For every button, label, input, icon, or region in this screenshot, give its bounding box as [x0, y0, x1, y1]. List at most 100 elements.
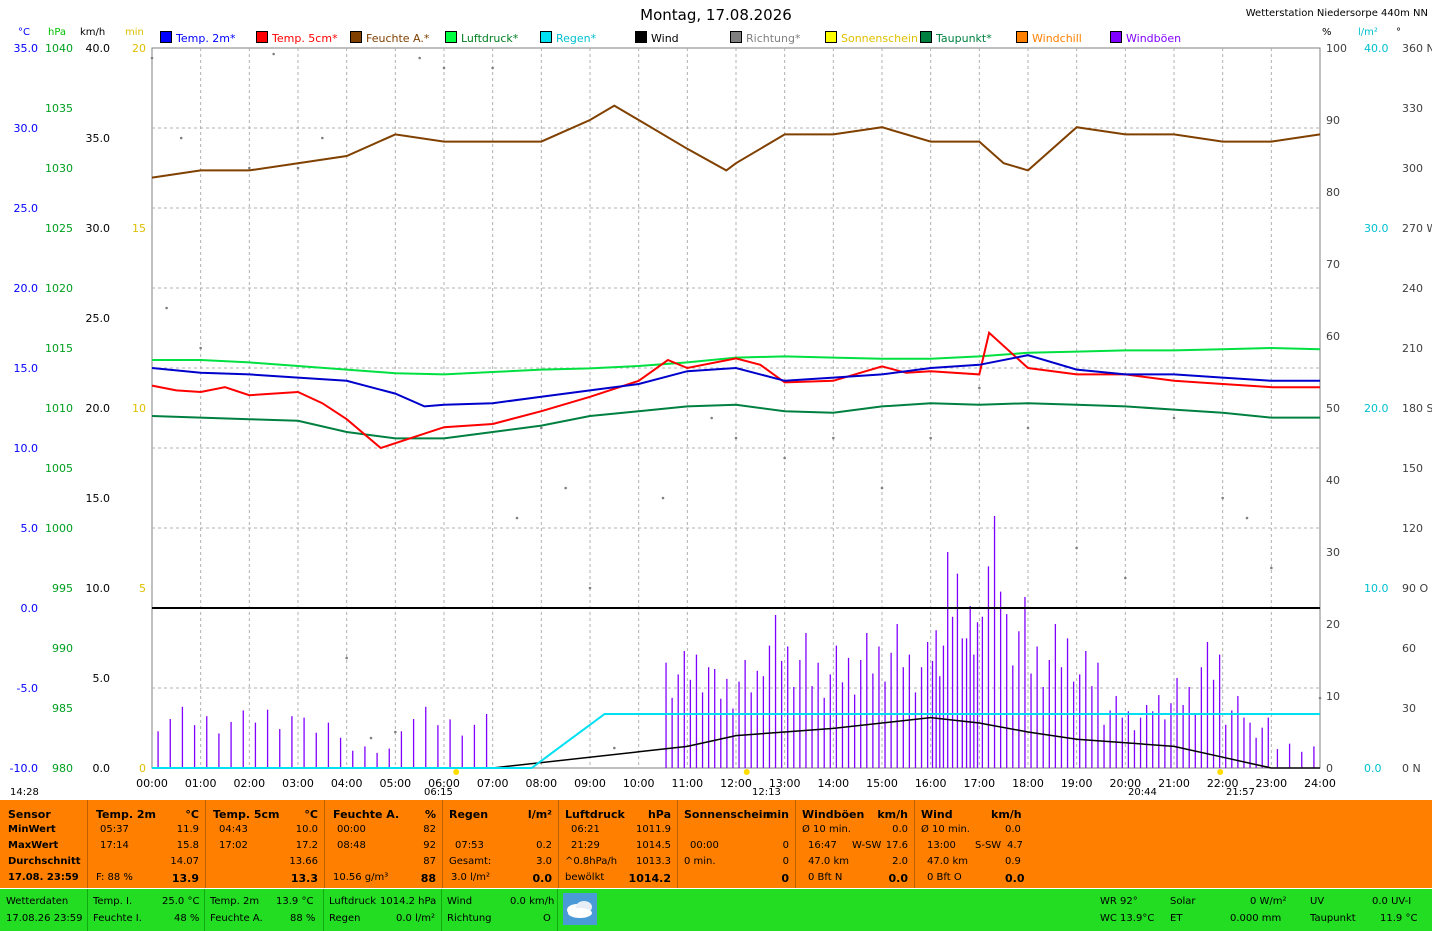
feuchte-min-time: 00:00 [337, 824, 366, 835]
direction-dot [369, 736, 373, 740]
regen-gesamt-label: Gesamt: [449, 856, 492, 867]
boeen-distance: 47.0 km [808, 856, 849, 867]
tick-percent: 30 [1326, 546, 1340, 559]
tick-time: 07:00 [477, 777, 509, 790]
tick-time: 14:00 [817, 777, 849, 790]
direction-dot [394, 730, 397, 734]
boeen-max-dir: W-SW [852, 840, 882, 851]
sonne-minutes: 0 min. [684, 856, 716, 867]
temp2m-min-time: 05:37 [100, 824, 129, 835]
tick-temp: 15.0 [14, 362, 39, 375]
temp5cm-max-time: 17:02 [219, 840, 248, 851]
regen-value: 0.0 l/m² [396, 913, 435, 924]
temp2m-feel: F: 88 % [96, 872, 133, 883]
boeen-max-value: 17.6 [885, 840, 908, 851]
direction-dot [540, 426, 543, 430]
temp5cm-min-value: 10.0 [295, 824, 318, 835]
tick-percent: 80 [1326, 186, 1340, 199]
luftdruck-unit: hPa [647, 808, 671, 821]
wind-avg-value: 0.0 [1005, 824, 1021, 835]
wind-header: Wind [921, 808, 953, 821]
sonne-header: Sonnenschein [684, 808, 771, 821]
tick-time: 05:00 [379, 777, 411, 790]
tick-percent: 20 [1326, 618, 1340, 631]
luftdruck-min-value: 1011.9 [636, 824, 671, 835]
luftdruck-state: bewölkt [565, 872, 605, 883]
sonne-minutes-value: 0 [782, 856, 789, 867]
tick-temp: 35.0 [14, 42, 39, 55]
direction-dot [734, 436, 738, 440]
boeen-unit: km/h [877, 808, 908, 821]
feuchte-unit: % [424, 808, 436, 821]
tick-temp: 25.0 [14, 202, 39, 215]
moonrise-label: 14:28 [10, 787, 39, 798]
tick-rain: 30.0 [1364, 222, 1389, 235]
sun-marker [453, 769, 460, 775]
tick-time: 24:00 [1304, 777, 1336, 790]
moonset-label: 20:44 [1128, 787, 1157, 798]
durchschnitt-label: Durchschnitt [8, 856, 81, 867]
minwert-label: MinWert [8, 824, 56, 835]
taupunkt-value: 11.9 °C [1380, 913, 1418, 924]
tick-rain: 20.0 [1364, 402, 1389, 415]
wind-max-value: 4.7 [1007, 840, 1023, 851]
col-feuchte: Feuchte A. % 00:00 82 08:48 92 87 10.56 … [324, 800, 442, 888]
wind-max-dir: S-SW [975, 840, 1002, 851]
boeen-max-time: 16:47 [808, 840, 837, 851]
solar-label: Solar [1170, 896, 1196, 907]
sunset-label: 21:57 [1226, 787, 1255, 798]
temp2m-value: 13.9 °C [276, 896, 314, 907]
tick-temp: 30.0 [14, 122, 39, 135]
tick-dir: 150 [1402, 462, 1423, 475]
tick-hpa: 1020 [45, 282, 73, 295]
tick-time: 16:00 [915, 777, 947, 790]
feuchte-aussen-value: 88 % [290, 913, 316, 924]
luftdruck-trend-value: 1013.3 [636, 856, 671, 867]
tick-dir: 270 W [1402, 222, 1432, 235]
regen-gesamt-value: 3.0 [536, 856, 552, 867]
feuchte-aussen-label: Feuchte A. [210, 913, 263, 924]
sun-marker [743, 769, 750, 775]
direction-dot [1026, 426, 1030, 430]
regen-label: Regen [329, 913, 361, 924]
temp5cm-header: Temp. 5cm [213, 808, 280, 821]
tick-temp: -5.0 [17, 682, 38, 695]
feuchte-current: 88 [420, 872, 436, 885]
luftdruck-current: 1014.2 [628, 872, 671, 885]
direction-dot [345, 656, 348, 660]
tick-percent: 50 [1326, 402, 1340, 415]
tick-hpa: 1040 [45, 42, 73, 55]
wind-unit: km/h [991, 808, 1022, 821]
tick-dir: 90 O [1402, 582, 1428, 595]
direction-dot [1124, 576, 1127, 580]
boeen-avg-value: 0.0 [892, 824, 908, 835]
temp2m-max-value: 15.8 [176, 840, 199, 851]
wetterdaten-label: Wetterdaten [6, 896, 69, 907]
tick-percent: 10 [1326, 690, 1340, 703]
tick-percent: 100 [1326, 42, 1347, 55]
sunrise-label: 06:15 [424, 787, 453, 798]
richtung-value: O [543, 913, 551, 924]
feuchte-max-time: 08:48 [337, 840, 366, 851]
direction-dot [880, 486, 884, 490]
tick-temp: 5.0 [21, 522, 39, 535]
tick-time: 04:00 [331, 777, 363, 790]
tick-percent: 60 [1326, 330, 1340, 343]
tick-hpa: 1015 [45, 342, 73, 355]
tick-time: 19:00 [1061, 777, 1093, 790]
direction-dot [783, 456, 786, 460]
regen-header: Regen [449, 808, 489, 821]
current-datetime: 17.08. 23:59 [8, 872, 79, 883]
temp2m-max-time: 17:14 [100, 840, 129, 851]
luftdruck-max-time: 21:29 [571, 840, 600, 851]
feuchte-max-value: 92 [423, 840, 436, 851]
tick-dir: 240 [1402, 282, 1423, 295]
wind-richtung-deg: WR 92° [1100, 896, 1138, 907]
solar-value: 0 W/m² [1250, 896, 1287, 907]
tick-time: 18:00 [1012, 777, 1044, 790]
direction-dot [832, 436, 835, 440]
luftdruck-header: Luftdruck [565, 808, 625, 821]
luftdruck-label: Luftdruck [329, 896, 377, 907]
direction-dot [150, 56, 154, 60]
tick-min: 20 [132, 42, 146, 55]
